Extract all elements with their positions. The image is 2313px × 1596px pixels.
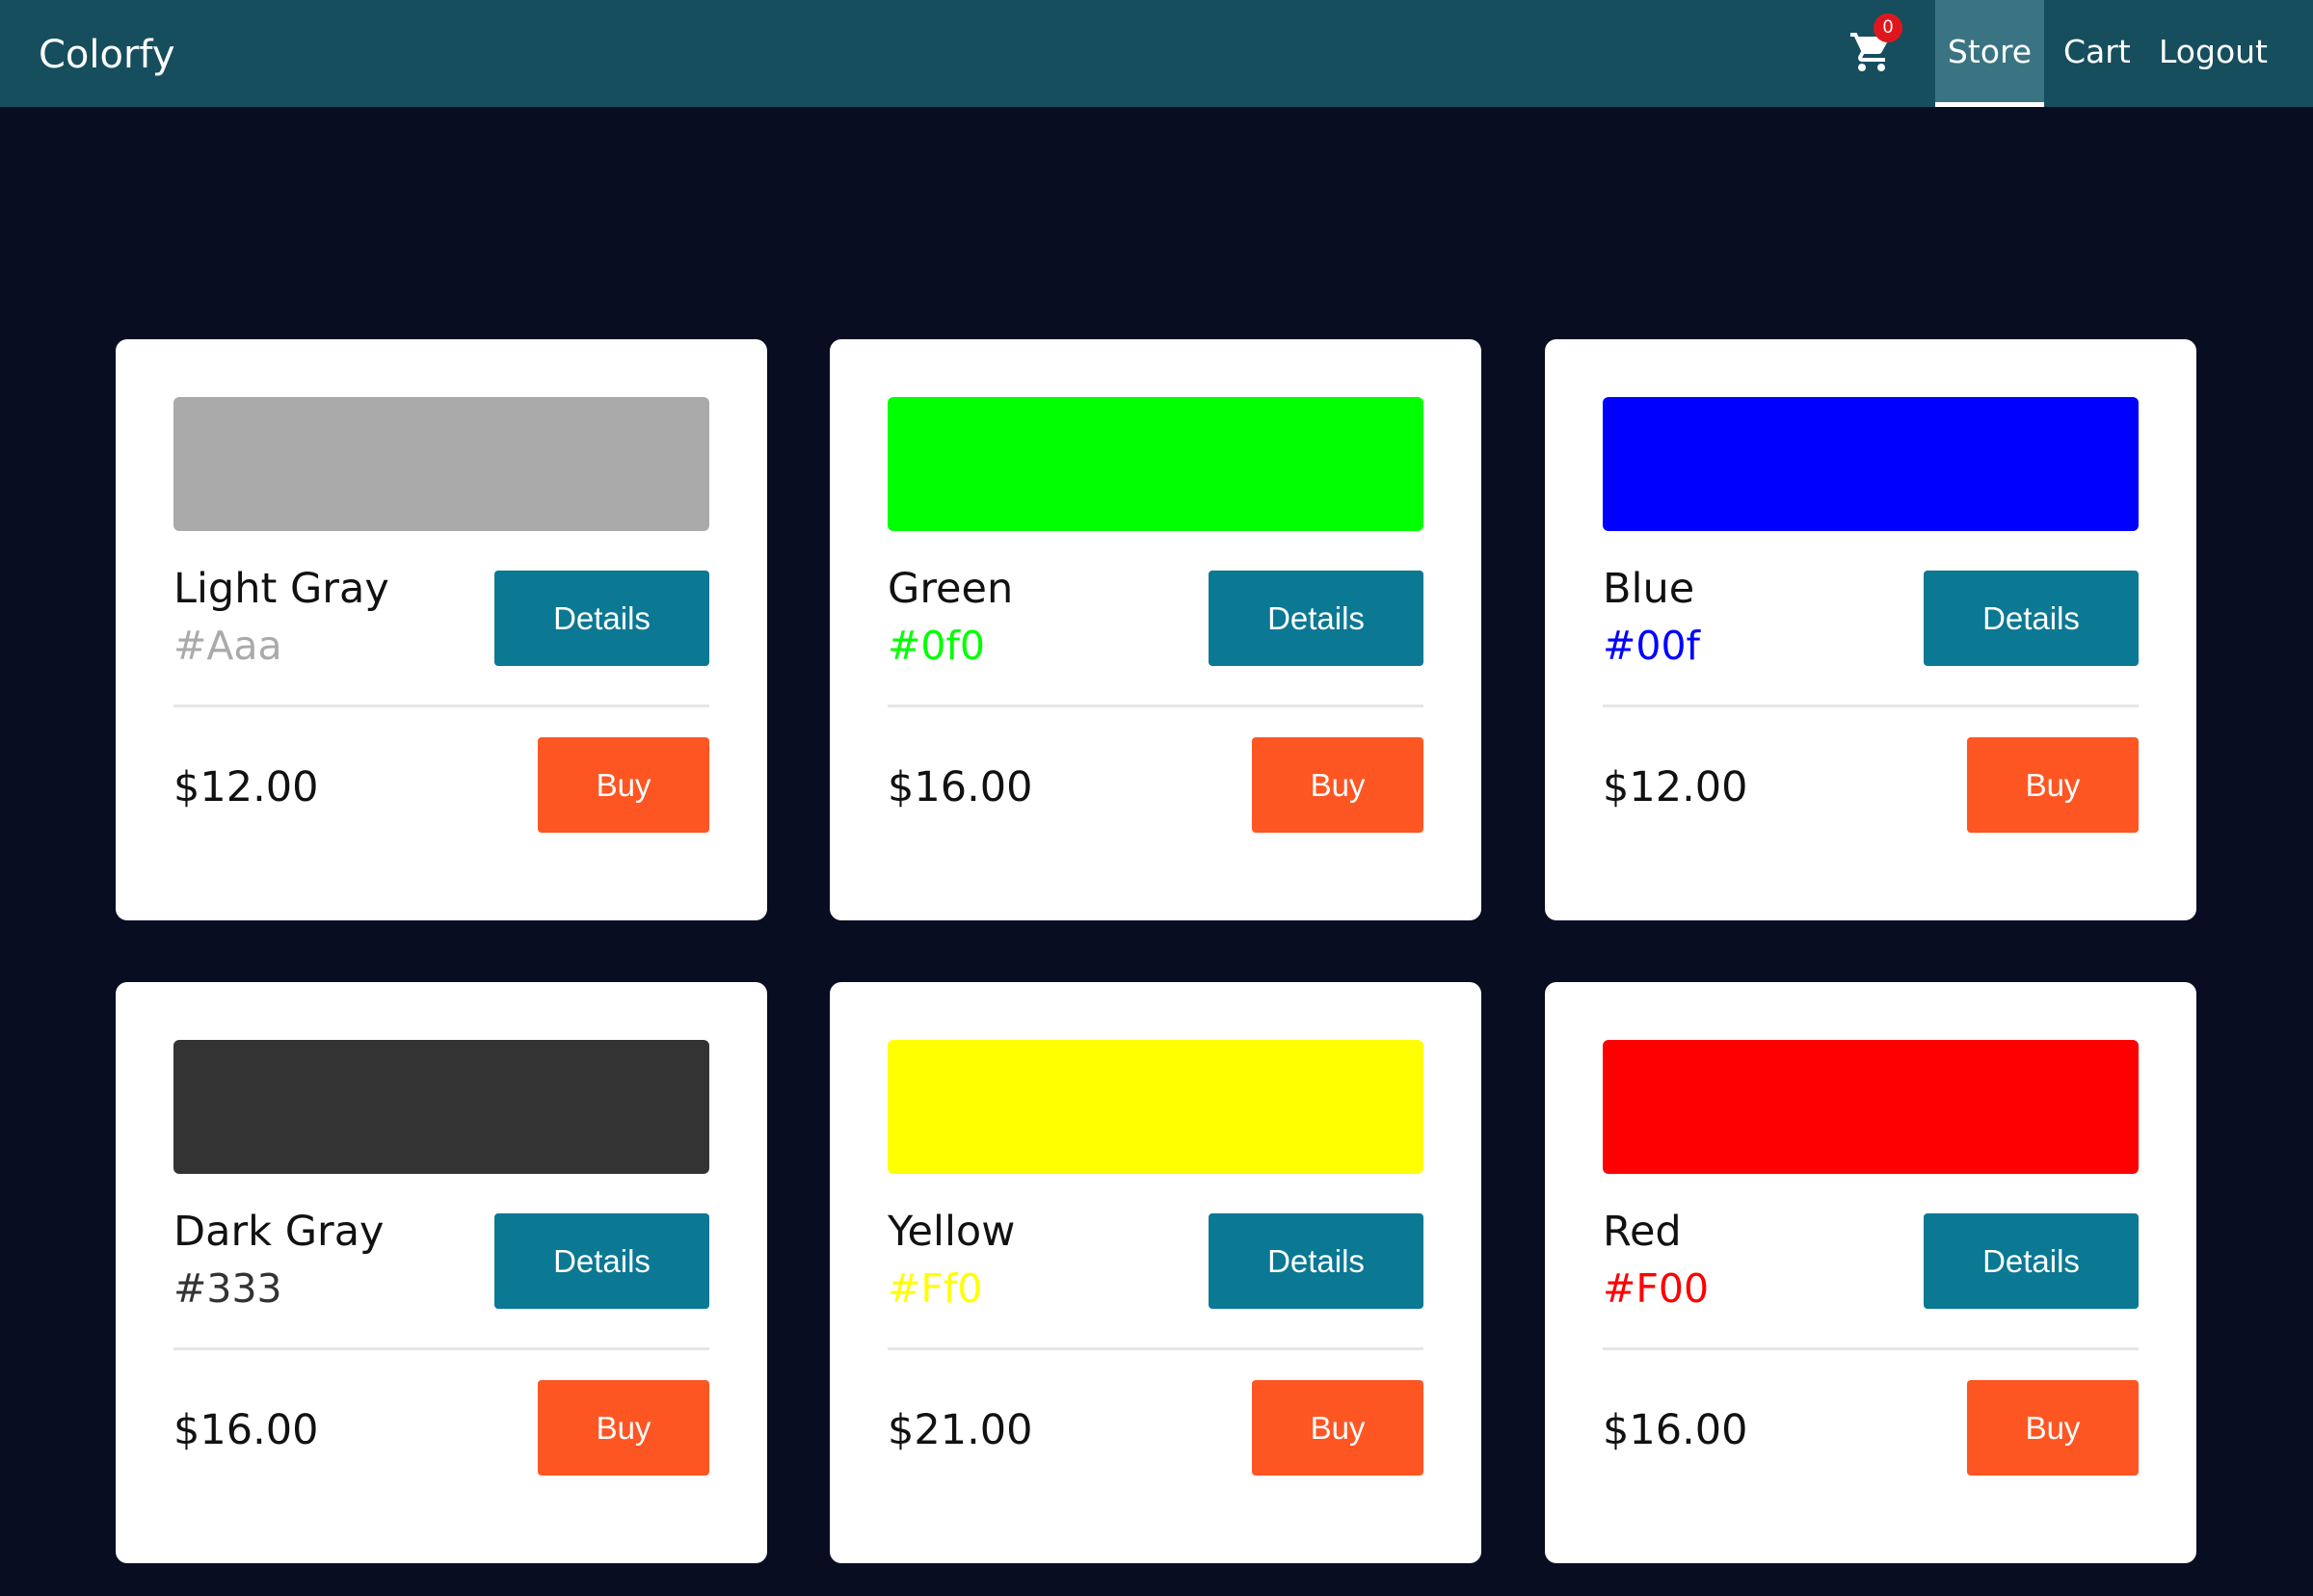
product-card: Blue #00f Details $12.00 Buy bbox=[1545, 339, 2196, 920]
card-divider bbox=[1603, 1347, 2139, 1350]
product-price: $16.00 bbox=[173, 1406, 319, 1454]
product-hex-code: #Aaa bbox=[173, 623, 282, 669]
product-hex-code: #333 bbox=[173, 1265, 282, 1312]
details-button[interactable]: Details bbox=[1924, 1213, 2139, 1309]
details-button[interactable]: Details bbox=[1924, 571, 2139, 666]
color-swatch bbox=[1603, 1040, 2139, 1174]
product-name: Green bbox=[888, 565, 1014, 613]
product-price: $12.00 bbox=[1603, 763, 1748, 811]
product-card: Dark Gray #333 Details $16.00 Buy bbox=[116, 982, 767, 1563]
buy-button[interactable]: Buy bbox=[1252, 1380, 1423, 1476]
product-price: $16.00 bbox=[1603, 1406, 1748, 1454]
color-swatch bbox=[888, 397, 1423, 531]
product-card: Yellow #Ff0 Details $21.00 Buy bbox=[830, 982, 1481, 1563]
details-button[interactable]: Details bbox=[1209, 571, 1423, 666]
product-name: Yellow bbox=[888, 1208, 1016, 1256]
nav-cart-link[interactable]: Cart bbox=[2063, 0, 2131, 107]
product-price: $12.00 bbox=[173, 763, 319, 811]
product-price: $16.00 bbox=[888, 763, 1033, 811]
product-name: Red bbox=[1603, 1208, 1682, 1256]
cart-count-badge: 0 bbox=[1874, 13, 1902, 42]
product-name: Light Gray bbox=[173, 565, 389, 613]
buy-button[interactable]: Buy bbox=[1967, 737, 2139, 833]
product-hex-code: #0f0 bbox=[888, 623, 985, 669]
product-card: Green #0f0 Details $16.00 Buy bbox=[830, 339, 1481, 920]
color-swatch bbox=[888, 1040, 1423, 1174]
buy-button[interactable]: Buy bbox=[1252, 737, 1423, 833]
product-card: Red #F00 Details $16.00 Buy bbox=[1545, 982, 2196, 1563]
product-name: Dark Gray bbox=[173, 1208, 385, 1256]
card-divider bbox=[888, 1347, 1423, 1350]
product-hex-code: #F00 bbox=[1603, 1265, 1710, 1312]
details-button[interactable]: Details bbox=[1209, 1213, 1423, 1309]
product-card: Light Gray #Aaa Details $12.00 Buy bbox=[116, 339, 767, 920]
product-hex-code: #Ff0 bbox=[888, 1265, 983, 1312]
product-name: Blue bbox=[1603, 565, 1695, 613]
details-button[interactable]: Details bbox=[494, 1213, 709, 1309]
color-swatch bbox=[173, 397, 709, 531]
color-swatch bbox=[173, 1040, 709, 1174]
buy-button[interactable]: Buy bbox=[538, 1380, 709, 1476]
card-divider bbox=[1603, 705, 2139, 707]
card-divider bbox=[173, 1347, 709, 1350]
details-button[interactable]: Details bbox=[494, 571, 709, 666]
buy-button[interactable]: Buy bbox=[538, 737, 709, 833]
product-hex-code: #00f bbox=[1603, 623, 1700, 669]
product-price: $21.00 bbox=[888, 1406, 1033, 1454]
card-divider bbox=[173, 705, 709, 707]
top-navbar: Colorfy 0 Store Cart Logout bbox=[0, 0, 2313, 107]
buy-button[interactable]: Buy bbox=[1967, 1380, 2139, 1476]
card-divider bbox=[888, 705, 1423, 707]
nav-store-link[interactable]: Store bbox=[1935, 0, 2044, 107]
nav-logout-link[interactable]: Logout bbox=[2159, 0, 2268, 107]
color-swatch bbox=[1603, 397, 2139, 531]
brand-logo[interactable]: Colorfy bbox=[39, 33, 174, 77]
